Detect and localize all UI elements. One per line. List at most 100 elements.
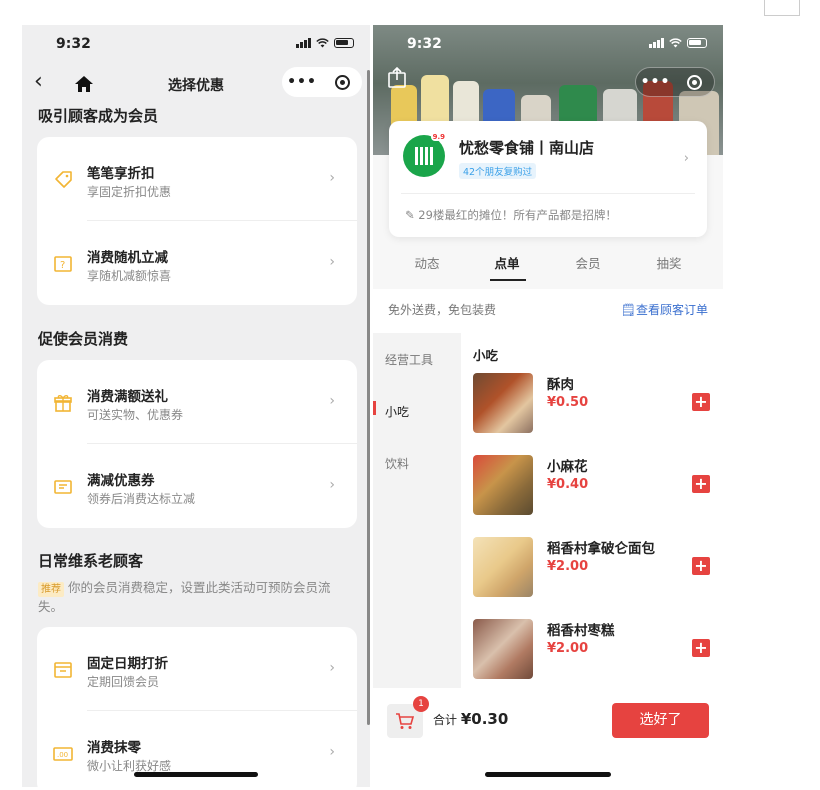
- add-to-cart-button[interactable]: +: [692, 557, 710, 575]
- option-subtitle: 享固定折扣优惠: [87, 185, 172, 199]
- option-title: 固定日期打折: [87, 656, 168, 672]
- battery-icon: [334, 38, 354, 48]
- product-item[interactable]: 稻香村枣糕 ¥2.00 +: [473, 619, 718, 683]
- gift-icon: [54, 395, 72, 412]
- option-title: 笔笔享折扣: [87, 166, 155, 182]
- home-indicator: [485, 772, 611, 777]
- cart-total: 合计 ¥0.30: [433, 710, 508, 728]
- option-card: 固定日期打折 定期回馈会员 › .00 消费抹零 微小让利获好感 ›: [37, 627, 357, 787]
- product-image: [473, 455, 533, 515]
- menu-section-title: 小吃: [473, 348, 499, 363]
- cart-icon: [396, 713, 415, 729]
- svg-text:.00: .00: [57, 751, 68, 759]
- store-card[interactable]: 9.9 忧愁零食铺丨南山店 42个朋友复购过 › ✎ 29楼最红的摊位！所有产品…: [389, 121, 707, 237]
- battery-icon: [687, 38, 707, 48]
- product-name: 稻香村枣糕: [547, 623, 615, 639]
- product-price: ¥0.50: [547, 395, 589, 410]
- category-snacks[interactable]: 小吃: [385, 403, 409, 420]
- miniapp-capsule: •••: [282, 67, 362, 97]
- tab-member[interactable]: 会员: [558, 253, 618, 272]
- option-title: 消费抹零: [87, 740, 141, 756]
- random-discount-icon: ?: [54, 256, 72, 272]
- cart-button[interactable]: 1: [387, 696, 429, 738]
- qr-icon: [415, 147, 433, 165]
- chevron-right-icon: ›: [329, 170, 335, 186]
- pencil-icon: ✎: [405, 208, 419, 222]
- product-price: ¥2.00: [547, 641, 589, 656]
- option-fixed-discount[interactable]: 笔笔享折扣 享固定折扣优惠 ›: [37, 137, 357, 221]
- add-to-cart-button[interactable]: +: [692, 475, 710, 493]
- option-random-discount[interactable]: ? 消费随机立减 享随机减额惊喜 ›: [37, 221, 357, 305]
- target-icon: [687, 74, 702, 90]
- signal-icon: [649, 38, 664, 48]
- product-name: 酥肉: [547, 377, 574, 393]
- chevron-right-icon: ›: [329, 744, 335, 760]
- notice-bar: 免外送费，免包装费 🗒查看顾客订单: [373, 289, 723, 333]
- product-item[interactable]: 稻香村拿破仑面包 ¥2.00 +: [473, 537, 718, 601]
- option-title: 消费满额送礼: [87, 389, 168, 405]
- divider: [401, 193, 695, 194]
- product-item[interactable]: 酥肉 ¥0.50 +: [473, 373, 718, 437]
- store-name: 忧愁零食铺丨南山店: [459, 139, 595, 157]
- checkout-button[interactable]: 选好了: [612, 703, 709, 738]
- delivery-notice: 免外送费，免包装费: [388, 303, 497, 317]
- more-icon[interactable]: •••: [282, 74, 322, 90]
- chevron-right-icon: ›: [329, 254, 335, 270]
- product-list: 小吃 酥肉 ¥0.50 + 小麻花 ¥0.40 + 稻香村拿破仑面包 ¥2.00…: [461, 333, 723, 688]
- nav-bar: •••: [373, 65, 723, 105]
- nav-bar: ‹ 选择优惠 •••: [22, 65, 370, 105]
- product-image: [473, 619, 533, 679]
- product-price: ¥2.00: [547, 559, 589, 574]
- option-title: 消费随机立减: [87, 250, 168, 266]
- more-icon[interactable]: •••: [636, 74, 675, 90]
- chevron-right-icon: ›: [683, 151, 689, 166]
- scrollbar[interactable]: [367, 70, 370, 725]
- store-description-text: 29楼最红的摊位！所有产品都是招牌！: [418, 208, 617, 222]
- option-coupon[interactable]: 满减优惠券 领券后消费达标立减 ›: [37, 444, 357, 528]
- status-bar: 9:32: [373, 25, 723, 65]
- close-miniapp-button[interactable]: [322, 74, 362, 90]
- section-title: 日常维系老顾客: [38, 552, 144, 570]
- add-to-cart-button[interactable]: +: [692, 393, 710, 411]
- round-off-icon: .00: [53, 747, 73, 761]
- right-phone-screen: 9:32 ••• 9.9 忧愁零食铺丨南山店 42个朋友复购过 › ✎ 29楼最…: [373, 25, 723, 787]
- option-card: 消费满额送礼 可送实物、优惠券 › 满减优惠券 领券后消费达标立减 ›: [37, 360, 357, 528]
- option-title: 满减优惠券: [87, 473, 155, 489]
- option-fixed-date[interactable]: 固定日期打折 定期回馈会员 ›: [37, 627, 357, 711]
- tab-feed[interactable]: 动态: [397, 253, 457, 272]
- close-miniapp-button[interactable]: [675, 74, 714, 90]
- home-indicator: [134, 772, 258, 777]
- chevron-right-icon: ›: [329, 393, 335, 409]
- wifi-icon: [316, 38, 329, 48]
- status-bar: 9:32: [22, 25, 370, 65]
- option-subtitle: 可送实物、优惠券: [87, 408, 184, 422]
- cart-count-badge: 1: [413, 696, 429, 712]
- total-label: 合计: [433, 713, 458, 727]
- product-image: [473, 537, 533, 597]
- status-time: 9:32: [56, 36, 91, 52]
- tab-lottery[interactable]: 抽奖: [639, 253, 699, 272]
- option-subtitle: 定期回馈会员: [87, 675, 160, 689]
- active-category-indicator: [373, 401, 376, 415]
- tab-order[interactable]: 点单: [477, 253, 537, 272]
- product-image: [473, 373, 533, 433]
- product-name: 小麻花: [547, 459, 588, 475]
- logo-badge: 9.9: [430, 133, 447, 141]
- store-logo: 9.9: [403, 133, 447, 177]
- tag-icon: [55, 171, 72, 188]
- left-phone-screen: 9:32 ‹ 选择优惠 ••• 吸引顾客成为会员 笔笔享折扣 享固定折扣优惠 ›…: [22, 25, 370, 787]
- active-tab-indicator: [490, 279, 526, 281]
- view-orders-link[interactable]: 🗒查看顾客订单: [621, 301, 708, 318]
- store-description: ✎ 29楼最红的摊位！所有产品都是招牌！: [405, 207, 617, 223]
- target-icon: [334, 74, 350, 90]
- product-item[interactable]: 小麻花 ¥0.40 +: [473, 455, 718, 519]
- calendar-icon: [54, 662, 72, 678]
- option-spend-gift[interactable]: 消费满额送礼 可送实物、优惠券 ›: [37, 360, 357, 444]
- category-tools[interactable]: 经营工具: [385, 351, 433, 368]
- recommend-text: 你的会员消费稳定，设置此类活动可预防会员流失。: [38, 580, 331, 614]
- tab-bar: 动态 点单 会员 抽奖: [373, 247, 723, 287]
- total-amount: ¥0.30: [460, 710, 509, 728]
- category-drinks[interactable]: 饮料: [385, 455, 409, 472]
- add-to-cart-button[interactable]: +: [692, 639, 710, 657]
- section-title: 吸引顾客成为会员: [38, 107, 159, 125]
